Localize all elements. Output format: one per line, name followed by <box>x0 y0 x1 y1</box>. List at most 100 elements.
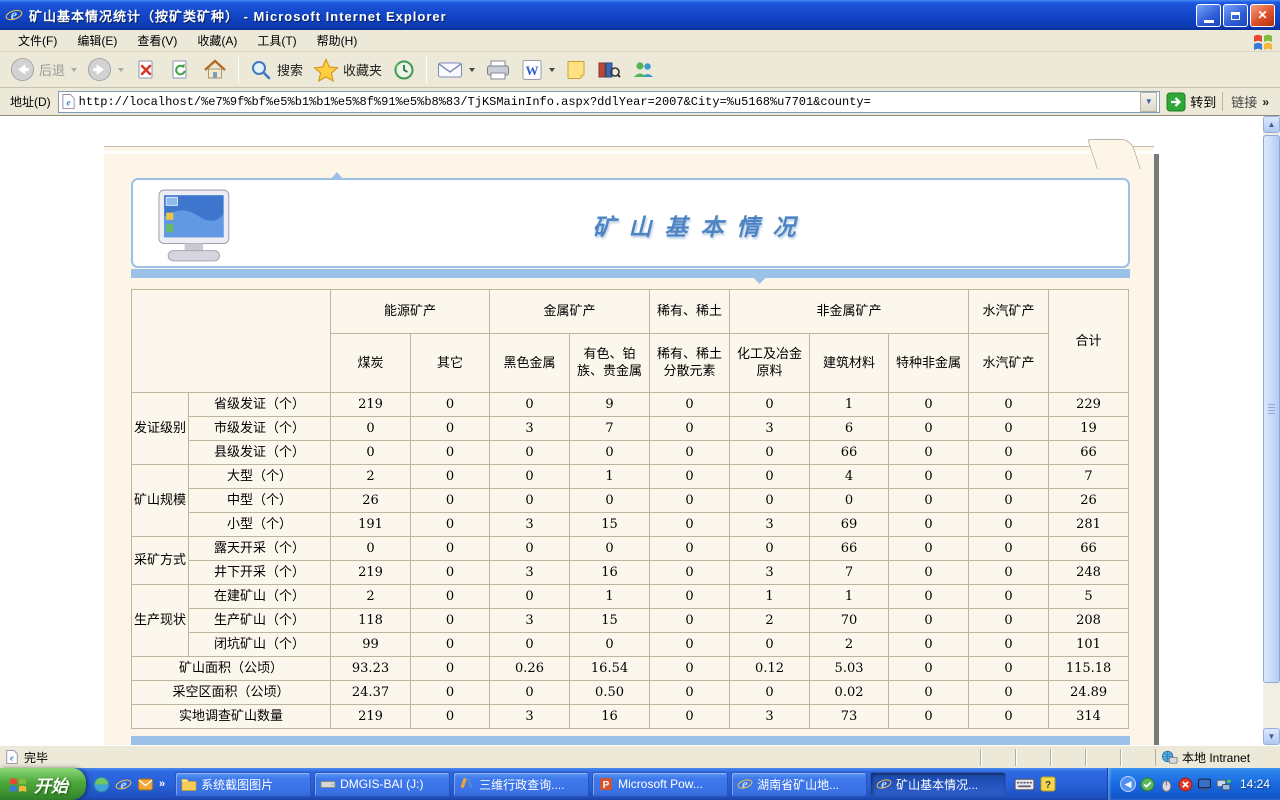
discuss-button[interactable] <box>560 57 592 83</box>
taskbar: 开始 e » 系统截图图片DMGIS-BAI (J:)三维行政查询....PMi… <box>0 768 1280 800</box>
history-button[interactable] <box>387 56 421 84</box>
status-bar: e 完毕 本地 Intranet <box>0 745 1280 768</box>
data-cell: 0 <box>889 441 969 465</box>
data-cell: 281 <box>1049 513 1129 537</box>
back-button[interactable]: 后退 <box>5 55 82 84</box>
favorites-button[interactable]: 收藏夹 <box>308 56 387 84</box>
mail-button[interactable] <box>432 58 480 82</box>
media-player-icon[interactable] <box>93 776 110 793</box>
data-cell: 0 <box>889 609 969 633</box>
stop-button[interactable] <box>129 56 163 84</box>
column-header: 化工及冶金原料 <box>730 334 810 393</box>
menu-file[interactable]: 文件(F) <box>8 29 67 52</box>
minimize-button[interactable] <box>1196 4 1221 27</box>
mine-statistics-table: 能源矿产金属矿产稀有、稀土非金属矿产水汽矿产合计煤炭其它黑色金属有色、铂族、贵金… <box>131 289 1129 729</box>
menu-view[interactable]: 查看(V) <box>127 29 187 52</box>
data-cell: 0 <box>810 489 889 513</box>
tray-chevron-icon[interactable]: ◀ <box>1120 776 1136 792</box>
home-button[interactable] <box>197 56 233 84</box>
scroll-down-button[interactable]: ▼ <box>1263 728 1280 745</box>
security-zone-pane: 本地 Intranet <box>1155 749 1280 766</box>
data-cell: 0 <box>650 657 730 681</box>
edit-with-word-button[interactable]: W <box>516 57 560 83</box>
data-cell: 0 <box>411 633 490 657</box>
ie-icon: e <box>737 776 753 792</box>
menu-edit[interactable]: 编辑(E) <box>67 29 127 52</box>
data-cell: 0 <box>411 513 490 537</box>
data-cell: 0 <box>969 561 1049 585</box>
start-button[interactable]: 开始 <box>0 768 86 800</box>
data-cell: 69 <box>810 513 889 537</box>
outlook-icon[interactable] <box>137 776 154 793</box>
keyboard-icon[interactable] <box>1014 777 1035 792</box>
data-cell: 0 <box>411 585 490 609</box>
bar-diamond <box>753 271 766 284</box>
help-icon[interactable]: ? <box>1040 776 1056 792</box>
data-cell: 1 <box>570 585 650 609</box>
data-cell: 70 <box>810 609 889 633</box>
taskbar-task-6[interactable]: e矿山基本情况... <box>870 772 1006 797</box>
data-cell: 0 <box>969 537 1049 561</box>
scrollbar-thumb[interactable] <box>1263 135 1280 683</box>
forward-button[interactable] <box>82 55 129 84</box>
data-cell: 0 <box>969 489 1049 513</box>
links-bar[interactable]: 链接 » <box>1222 92 1277 111</box>
print-button[interactable] <box>480 57 516 83</box>
data-cell: 0 <box>650 705 730 729</box>
favorites-label: 收藏夹 <box>343 60 382 79</box>
data-cell: 3 <box>490 705 570 729</box>
research-button[interactable] <box>592 57 626 83</box>
data-cell: 0 <box>411 465 490 489</box>
menu-help[interactable]: 帮助(H) <box>307 29 368 52</box>
messenger-button[interactable] <box>626 57 660 83</box>
page-header-card: 矿山基本情况 <box>131 178 1130 268</box>
mail-dropdown-icon[interactable] <box>469 68 475 72</box>
data-cell: 0 <box>889 633 969 657</box>
data-cell: 101 <box>1049 633 1129 657</box>
restore-button[interactable] <box>1223 4 1248 27</box>
zone-label: 本地 Intranet <box>1182 749 1250 766</box>
status-message-pane: e 完毕 <box>0 749 980 766</box>
table-row: 采空区面积（公顷）24.37000.50000.020024.89 <box>132 681 1129 705</box>
data-cell: 3 <box>490 561 570 585</box>
data-cell: 219 <box>331 393 411 417</box>
search-button[interactable]: 搜索 <box>244 56 308 84</box>
taskbar-task-4[interactable]: PMicrosoft Pow... <box>592 772 728 797</box>
taskbar-task-5[interactable]: e湖南省矿山地... <box>731 772 867 797</box>
forward-dropdown-icon[interactable] <box>118 68 124 72</box>
word-dropdown-icon[interactable] <box>549 68 555 72</box>
address-dropdown-button[interactable]: ▼ <box>1140 92 1157 112</box>
alert-shield-icon[interactable] <box>1178 777 1193 792</box>
back-dropdown-icon[interactable] <box>71 68 77 72</box>
vertical-scrollbar[interactable]: ▲ ▼ <box>1263 116 1280 745</box>
column-header: 水汽矿产 <box>969 334 1049 393</box>
back-label: 后退 <box>39 60 65 79</box>
title-bar: e 矿山基本情况统计（按矿类矿种） - Microsoft Internet E… <box>0 0 1280 30</box>
taskbar-task-2[interactable]: DMGIS-BAI (J:) <box>314 772 450 797</box>
taskbar-task-1[interactable]: 系统截图图片 <box>175 772 311 797</box>
menu-tools[interactable]: 工具(T) <box>247 29 306 52</box>
data-cell: 0 <box>969 417 1049 441</box>
data-cell: 6 <box>810 417 889 441</box>
scroll-up-button[interactable]: ▲ <box>1263 116 1280 133</box>
address-input[interactable]: e http://localhost/%e7%9f%bf%e5%b1%b1%e5… <box>58 91 1161 113</box>
data-cell: 1 <box>810 585 889 609</box>
data-cell: 118 <box>331 609 411 633</box>
data-cell: 2 <box>331 585 411 609</box>
data-cell: 0 <box>650 417 730 441</box>
go-button[interactable]: 转到 <box>1166 92 1216 112</box>
network-icon[interactable] <box>1216 777 1231 792</box>
ie-icon[interactable]: e <box>115 776 132 793</box>
data-cell: 5.03 <box>810 657 889 681</box>
green-badge-icon[interactable] <box>1140 777 1155 792</box>
menu-favorites[interactable]: 收藏(A) <box>187 29 247 52</box>
address-bar: 地址(D) e http://localhost/%e7%9f%bf%e5%b1… <box>0 88 1280 116</box>
refresh-button[interactable] <box>163 56 197 84</box>
display-icon[interactable] <box>1197 777 1212 792</box>
data-cell: 19 <box>1049 417 1129 441</box>
mouse-icon[interactable] <box>1159 777 1174 792</box>
taskbar-task-3[interactable]: 三维行政查询.... <box>453 772 589 797</box>
close-button[interactable]: ✕ <box>1250 4 1275 27</box>
quick-launch-chevron-icon[interactable]: » <box>159 778 165 790</box>
data-cell: 3 <box>490 417 570 441</box>
